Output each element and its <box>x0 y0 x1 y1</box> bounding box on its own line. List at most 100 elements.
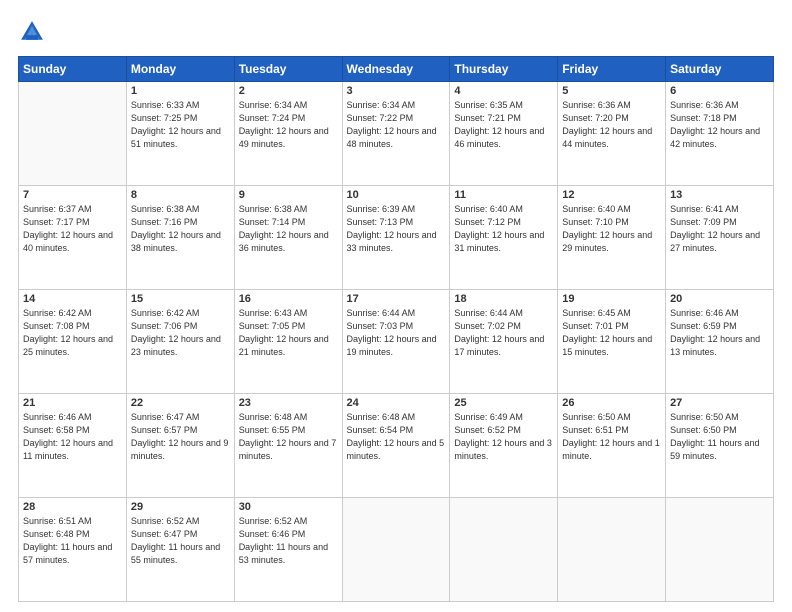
day-info: Sunrise: 6:42 AMSunset: 7:08 PMDaylight:… <box>23 307 122 359</box>
day-info: Sunrise: 6:44 AMSunset: 7:02 PMDaylight:… <box>454 307 553 359</box>
calendar-cell: 5 Sunrise: 6:36 AMSunset: 7:20 PMDaylight… <box>558 82 666 186</box>
day-info: Sunrise: 6:51 AMSunset: 6:48 PMDaylight:… <box>23 515 122 567</box>
day-info: Sunrise: 6:47 AMSunset: 6:57 PMDaylight:… <box>131 411 230 463</box>
day-number: 17 <box>347 293 446 305</box>
calendar-cell: 13 Sunrise: 6:41 AMSunset: 7:09 PMDayligh… <box>666 186 774 290</box>
calendar-cell: 1 Sunrise: 6:33 AMSunset: 7:25 PMDaylight… <box>126 82 234 186</box>
day-number: 26 <box>562 397 661 409</box>
day-info: Sunrise: 6:33 AMSunset: 7:25 PMDaylight:… <box>131 99 230 151</box>
day-number: 24 <box>347 397 446 409</box>
week-row-1: 7Sunrise: 6:37 AMSunset: 7:17 PMDaylight… <box>19 186 774 290</box>
calendar-cell: 9 Sunrise: 6:38 AMSunset: 7:14 PMDaylight… <box>234 186 342 290</box>
weekday-header-sunday: Sunday <box>19 57 127 82</box>
calendar-cell: 23Sunrise: 6:48 AMSunset: 6:55 PMDayligh… <box>234 394 342 498</box>
day-number: 30 <box>239 501 338 513</box>
day-info: Sunrise: 6:40 AMSunset: 7:12 PMDaylight:… <box>454 203 553 255</box>
calendar-cell: 20 Sunrise: 6:46 AMSunset: 6:59 PMDayligh… <box>666 290 774 394</box>
weekday-header-row: SundayMondayTuesdayWednesdayThursdayFrid… <box>19 57 774 82</box>
calendar-cell: 24 Sunrise: 6:48 AMSunset: 6:54 PMDayligh… <box>342 394 450 498</box>
day-info: Sunrise: 6:38 AMSunset: 7:14 PMDaylight:… <box>239 203 338 255</box>
day-number: 29 <box>131 501 230 513</box>
day-number: 18 <box>454 293 553 305</box>
day-info: Sunrise: 6:36 AMSunset: 7:18 PMDaylight:… <box>670 99 769 151</box>
day-number: 6 <box>670 85 769 97</box>
calendar-cell: 16 Sunrise: 6:43 AMSunset: 7:05 PMDayligh… <box>234 290 342 394</box>
calendar-cell: 18 Sunrise: 6:44 AMSunset: 7:02 PMDayligh… <box>450 290 558 394</box>
calendar-table: SundayMondayTuesdayWednesdayThursdayFrid… <box>18 56 774 602</box>
day-number: 11 <box>454 189 553 201</box>
day-info: Sunrise: 6:36 AMSunset: 7:20 PMDaylight:… <box>562 99 661 151</box>
day-info: Sunrise: 6:41 AMSunset: 7:09 PMDaylight:… <box>670 203 769 255</box>
calendar-cell: 2 Sunrise: 6:34 AMSunset: 7:24 PMDaylight… <box>234 82 342 186</box>
day-number: 28 <box>23 501 122 513</box>
day-info: Sunrise: 6:38 AMSunset: 7:16 PMDaylight:… <box>131 203 230 255</box>
calendar-cell: 4Sunrise: 6:35 AMSunset: 7:21 PMDaylight… <box>450 82 558 186</box>
calendar-cell <box>19 82 127 186</box>
day-info: Sunrise: 6:50 AMSunset: 6:50 PMDaylight:… <box>670 411 769 463</box>
header <box>18 18 774 46</box>
day-info: Sunrise: 6:42 AMSunset: 7:06 PMDaylight:… <box>131 307 230 359</box>
day-info: Sunrise: 6:34 AMSunset: 7:24 PMDaylight:… <box>239 99 338 151</box>
day-info: Sunrise: 6:46 AMSunset: 6:59 PMDaylight:… <box>670 307 769 359</box>
weekday-header-friday: Friday <box>558 57 666 82</box>
calendar-cell: 17 Sunrise: 6:44 AMSunset: 7:03 PMDayligh… <box>342 290 450 394</box>
logo-icon <box>18 18 46 46</box>
calendar-cell: 30Sunrise: 6:52 AMSunset: 6:46 PMDayligh… <box>234 498 342 602</box>
calendar-cell: 28 Sunrise: 6:51 AMSunset: 6:48 PMDayligh… <box>19 498 127 602</box>
day-number: 2 <box>239 85 338 97</box>
logo <box>18 18 50 46</box>
day-info: Sunrise: 6:43 AMSunset: 7:05 PMDaylight:… <box>239 307 338 359</box>
day-info: Sunrise: 6:52 AMSunset: 6:47 PMDaylight:… <box>131 515 230 567</box>
calendar-cell: 21 Sunrise: 6:46 AMSunset: 6:58 PMDayligh… <box>19 394 127 498</box>
day-number: 25 <box>454 397 553 409</box>
day-number: 9 <box>239 189 338 201</box>
day-info: Sunrise: 6:46 AMSunset: 6:58 PMDaylight:… <box>23 411 122 463</box>
weekday-header-monday: Monday <box>126 57 234 82</box>
week-row-3: 21 Sunrise: 6:46 AMSunset: 6:58 PMDayligh… <box>19 394 774 498</box>
calendar-cell <box>450 498 558 602</box>
day-number: 8 <box>131 189 230 201</box>
day-number: 5 <box>562 85 661 97</box>
calendar-cell: 22 Sunrise: 6:47 AMSunset: 6:57 PMDayligh… <box>126 394 234 498</box>
day-number: 14 <box>23 293 122 305</box>
weekday-header-thursday: Thursday <box>450 57 558 82</box>
day-number: 16 <box>239 293 338 305</box>
day-number: 13 <box>670 189 769 201</box>
calendar-cell: 29 Sunrise: 6:52 AMSunset: 6:47 PMDayligh… <box>126 498 234 602</box>
day-number: 12 <box>562 189 661 201</box>
calendar-cell: 10 Sunrise: 6:39 AMSunset: 7:13 PMDayligh… <box>342 186 450 290</box>
day-number: 3 <box>347 85 446 97</box>
weekday-header-wednesday: Wednesday <box>342 57 450 82</box>
day-number: 27 <box>670 397 769 409</box>
day-number: 10 <box>347 189 446 201</box>
day-number: 1 <box>131 85 230 97</box>
calendar-cell: 27 Sunrise: 6:50 AMSunset: 6:50 PMDayligh… <box>666 394 774 498</box>
week-row-2: 14 Sunrise: 6:42 AMSunset: 7:08 PMDayligh… <box>19 290 774 394</box>
weekday-header-saturday: Saturday <box>666 57 774 82</box>
day-number: 20 <box>670 293 769 305</box>
day-info: Sunrise: 6:45 AMSunset: 7:01 PMDaylight:… <box>562 307 661 359</box>
day-info: Sunrise: 6:34 AMSunset: 7:22 PMDaylight:… <box>347 99 446 151</box>
day-info: Sunrise: 6:49 AMSunset: 6:52 PMDaylight:… <box>454 411 553 463</box>
day-number: 22 <box>131 397 230 409</box>
day-info: Sunrise: 6:44 AMSunset: 7:03 PMDaylight:… <box>347 307 446 359</box>
calendar-cell: 8 Sunrise: 6:38 AMSunset: 7:16 PMDaylight… <box>126 186 234 290</box>
day-number: 23 <box>239 397 338 409</box>
calendar-cell: 12 Sunrise: 6:40 AMSunset: 7:10 PMDayligh… <box>558 186 666 290</box>
calendar-cell: 19Sunrise: 6:45 AMSunset: 7:01 PMDayligh… <box>558 290 666 394</box>
page: SundayMondayTuesdayWednesdayThursdayFrid… <box>0 0 792 612</box>
calendar-cell: 26Sunrise: 6:50 AMSunset: 6:51 PMDayligh… <box>558 394 666 498</box>
calendar-cell: 15Sunrise: 6:42 AMSunset: 7:06 PMDayligh… <box>126 290 234 394</box>
calendar-cell: 6 Sunrise: 6:36 AMSunset: 7:18 PMDaylight… <box>666 82 774 186</box>
day-info: Sunrise: 6:35 AMSunset: 7:21 PMDaylight:… <box>454 99 553 151</box>
weekday-header-tuesday: Tuesday <box>234 57 342 82</box>
day-info: Sunrise: 6:48 AMSunset: 6:54 PMDaylight:… <box>347 411 446 463</box>
day-info: Sunrise: 6:40 AMSunset: 7:10 PMDaylight:… <box>562 203 661 255</box>
week-row-0: 1 Sunrise: 6:33 AMSunset: 7:25 PMDaylight… <box>19 82 774 186</box>
calendar-cell: 3 Sunrise: 6:34 AMSunset: 7:22 PMDaylight… <box>342 82 450 186</box>
day-number: 7 <box>23 189 122 201</box>
calendar-cell <box>666 498 774 602</box>
calendar-cell: 14 Sunrise: 6:42 AMSunset: 7:08 PMDayligh… <box>19 290 127 394</box>
day-info: Sunrise: 6:39 AMSunset: 7:13 PMDaylight:… <box>347 203 446 255</box>
day-number: 21 <box>23 397 122 409</box>
